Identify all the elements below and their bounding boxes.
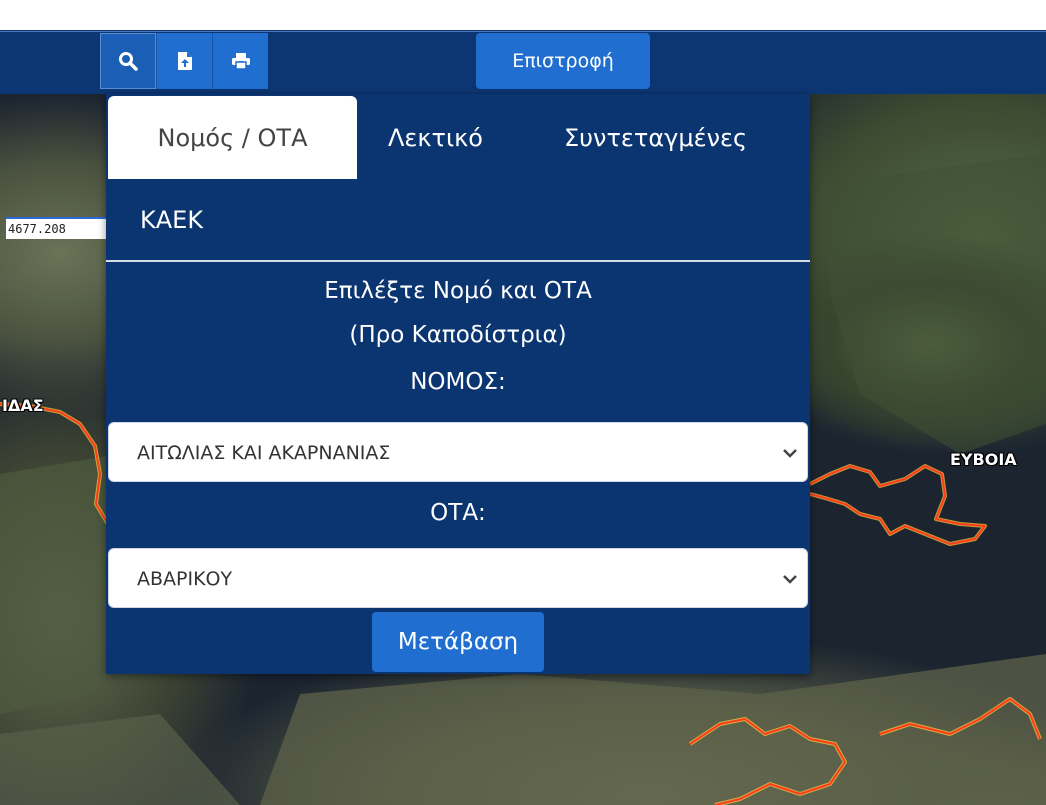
return-button[interactable]: Επιστροφή <box>476 33 650 89</box>
go-button[interactable]: Μετάβαση <box>372 612 544 672</box>
tab-prefecture-municipality[interactable]: Νομός / ΟΤΑ <box>108 96 357 179</box>
tab-divider <box>106 260 810 262</box>
instruction-text: Επιλέξτε Νομό και ΟΤΑ <box>324 278 592 304</box>
search-icon <box>119 52 138 71</box>
upload-file-button[interactable] <box>156 33 212 89</box>
chevron-down-icon <box>783 575 797 584</box>
print-icon <box>231 53 250 70</box>
print-button[interactable] <box>212 33 268 89</box>
file-upload-icon <box>177 52 192 70</box>
search-panel: Νομός / ΟΤΑ Λεκτικό Συντεταγμένες ΚΑΕΚ Ε… <box>106 94 810 674</box>
tab-coordinates[interactable]: Συντεταγμένες <box>564 124 747 152</box>
map-label-left: ΙΔΑΣ <box>2 396 44 415</box>
municipality-select-value: ΑΒΑΡΙΚΟΥ <box>137 568 233 590</box>
municipality-select[interactable]: ΑΒΑΡΙΚΟΥ <box>108 548 808 608</box>
municipality-label: ΟΤΑ: <box>430 500 486 526</box>
prefecture-label: ΝΟΜΟΣ: <box>410 369 506 395</box>
prefecture-select[interactable]: ΑΙΤΩΛΙΑΣ ΚΑΙ ΑΚΑΡΝΑΝΙΑΣ <box>108 422 808 482</box>
tab-kaek[interactable]: ΚΑΕΚ <box>140 206 203 234</box>
header-divider <box>0 31 1046 32</box>
map-label-evia: ΕΥΒΟΙΑ <box>950 450 1017 469</box>
top-white-strip <box>0 0 1046 30</box>
prefecture-select-value: ΑΙΤΩΛΙΑΣ ΚΑΙ ΑΚΑΡΝΑΝΙΑΣ <box>137 442 391 464</box>
chevron-down-icon <box>783 449 797 458</box>
instruction-subtext: (Προ Καποδίστρια) <box>349 322 567 348</box>
tab-text-search[interactable]: Λεκτικό <box>388 124 483 152</box>
coordinate-readout: 4677.208 <box>6 217 112 239</box>
land-patch <box>0 714 240 805</box>
search-button[interactable] <box>100 33 156 89</box>
map-toolbar <box>100 33 268 89</box>
land-patch <box>820 154 1046 454</box>
